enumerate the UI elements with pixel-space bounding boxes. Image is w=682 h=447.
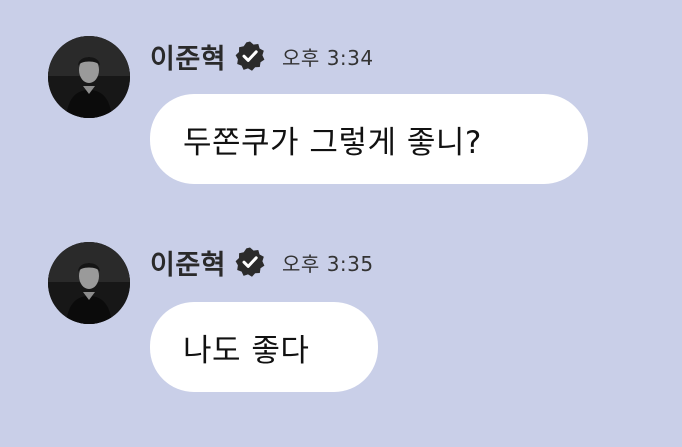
sender-name[interactable]: 이준혁 xyxy=(150,243,226,282)
avatar[interactable] xyxy=(48,242,130,324)
sender-name[interactable]: 이준혁 xyxy=(150,37,226,76)
message-text: 나도 좋다 xyxy=(183,332,310,369)
message-bubble[interactable]: 두쫀쿠가 그렇게 좋니? xyxy=(150,94,588,184)
chat-thread: 이준혁 오후 3:34 두쫀쿠가 그렇게 좋니? 이준혁 오후 3:35 나도 … xyxy=(0,0,682,447)
avatar-photo-icon xyxy=(48,242,130,324)
verified-badge-icon xyxy=(234,246,266,278)
message-bubble[interactable]: 나도 좋다 xyxy=(150,302,378,392)
message-header: 이준혁 오후 3:34 xyxy=(150,36,374,76)
message-time: 오후 3:34 xyxy=(282,45,374,70)
message-time: 오후 3:35 xyxy=(282,251,374,276)
message-text: 두쫀쿠가 그렇게 좋니? xyxy=(183,124,482,161)
avatar[interactable] xyxy=(48,36,130,118)
verified-badge-icon xyxy=(234,40,266,72)
message-header: 이준혁 오후 3:35 xyxy=(150,242,374,282)
avatar-photo-icon xyxy=(48,36,130,118)
